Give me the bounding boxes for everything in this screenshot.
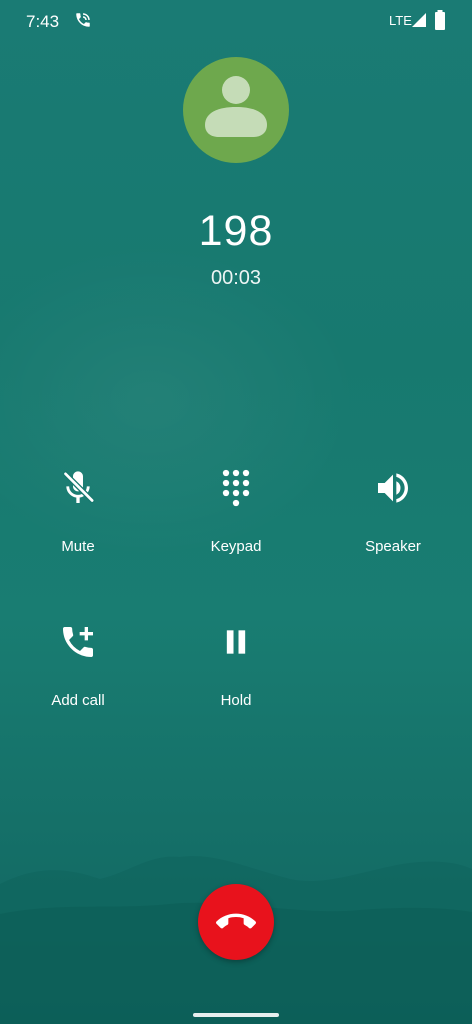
phone-in-talk-icon [74,11,92,29]
home-indicator[interactable] [193,1013,279,1017]
end-call-button[interactable] [198,884,274,960]
avatar [183,57,289,163]
status-time: 7:43 [26,12,60,31]
speaker-label: Speaker [365,538,421,555]
battery-icon [434,10,446,30]
call-duration: 00:03 [210,267,262,289]
status-bar: 7:43 LTE [0,0,472,42]
keypad-label: Keypad [210,538,262,555]
add-call-button[interactable]: Add call [0,622,156,732]
hold-button[interactable]: Hold [158,622,314,732]
volume-up-icon [373,468,413,508]
cell-signal-icon [411,12,427,28]
mute-button[interactable]: Mute [0,468,156,578]
person-icon [183,57,289,163]
network-type: LTE [389,13,412,28]
speaker-button[interactable]: Speaker [315,468,471,578]
dialpad-icon [216,468,256,508]
keypad-button[interactable]: Keypad [158,468,314,578]
mute-label: Mute [61,538,95,555]
caller-number: 198 [198,207,274,255]
mic-off-icon [58,468,98,508]
hold-label: Hold [220,692,252,709]
pause-icon [216,622,256,662]
in-call-screen: 7:43 LTE 198 00:03 Mute Keypad Speaker A… [0,0,472,1024]
add-call-label: Add call [51,692,105,709]
add-call-icon [58,622,98,662]
